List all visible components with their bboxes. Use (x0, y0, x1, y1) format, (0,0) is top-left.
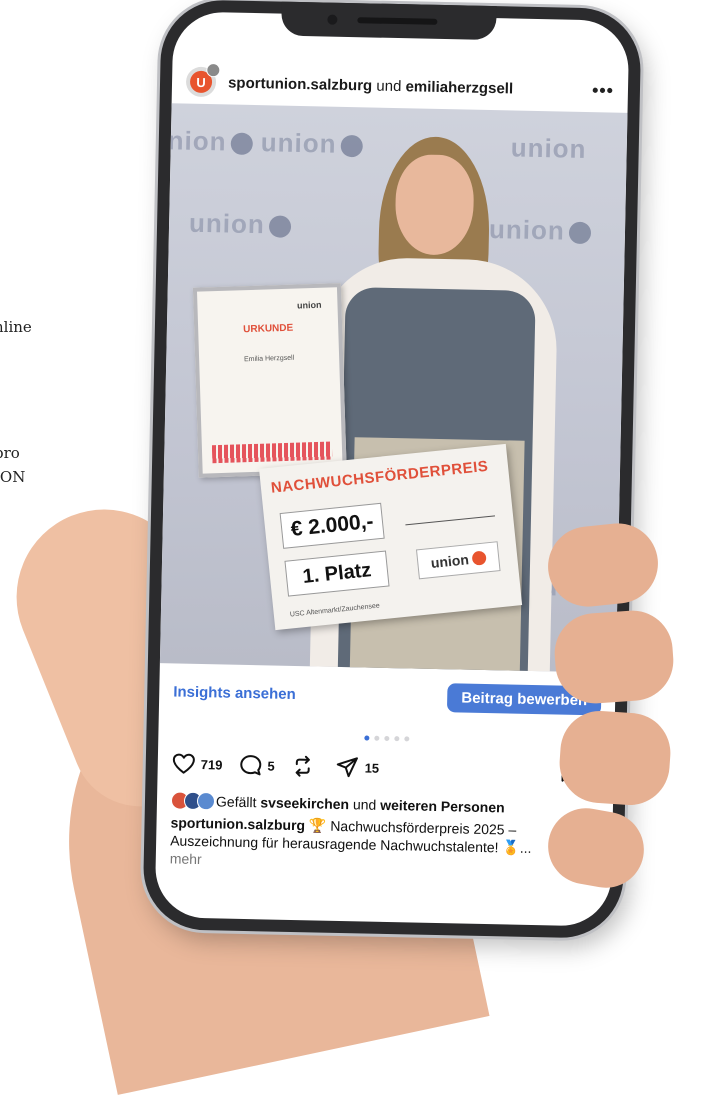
carousel-dot (363, 735, 369, 741)
wall-logo-text: union (260, 127, 337, 159)
camera-icon (327, 14, 338, 25)
liked-by-joiner: und (352, 796, 377, 813)
certificate-logo: union (296, 299, 322, 311)
wall-logo: union (510, 132, 586, 165)
post-header: U sportunion.salzburg und emiliaherzgsel… (185, 62, 615, 111)
caption-ellipsis: ... (519, 839, 532, 857)
liker-avatar (196, 791, 216, 811)
background-text-line: nline (0, 318, 32, 336)
comment-button[interactable]: 5 (238, 754, 275, 777)
check-amount: € 2.000,- (279, 502, 385, 549)
share-button[interactable]: 15 (335, 756, 379, 779)
comment-count: 5 (267, 757, 275, 774)
ellipsis-icon[interactable]: ••• (592, 80, 614, 101)
check-logo: union (415, 541, 501, 580)
share-count: 15 (364, 759, 380, 776)
background-text-line: ION (0, 468, 26, 486)
wall-logo: union (489, 214, 591, 247)
wall-logo: union (188, 207, 292, 241)
liked-by-prefix: Gefällt (215, 793, 257, 811)
check-logo-text: union (430, 551, 470, 572)
post-authors[interactable]: sportunion.salzburg und emiliaherzgsell (228, 74, 513, 97)
repost-button[interactable] (290, 755, 319, 778)
phone-notch (281, 1, 497, 41)
carousel-indicator (158, 731, 614, 746)
post-action-row: Insights ansehen Beitrag bewerben (173, 675, 602, 716)
liked-by-user[interactable]: svseekirchen (260, 794, 349, 812)
authors-joiner: und (376, 77, 402, 95)
carousel-dot (383, 735, 389, 741)
collaborator-name[interactable]: emiliaherzgsell (405, 78, 513, 97)
caption-more-link[interactable]: mehr (170, 850, 202, 867)
phone-frame: U sportunion.salzburg und emiliaherzgsel… (142, 0, 642, 939)
comment-icon (239, 755, 261, 776)
speaker-grille (357, 17, 438, 25)
wall-logo-text: union (188, 207, 266, 240)
carousel-dot (373, 735, 379, 741)
union-logo-icon (471, 550, 487, 566)
background-text-line: pro (0, 444, 20, 462)
certificate-graphic (211, 441, 333, 464)
insights-link[interactable]: Insights ansehen (173, 683, 296, 703)
liker-avatars (170, 791, 216, 811)
certificate-title: URKUNDE (243, 322, 294, 336)
engagement-row: 719 5 15 (171, 749, 599, 786)
wall-logo: union (260, 127, 363, 160)
check-club: USC Altenmarkt/Zauchensee (289, 602, 381, 619)
send-icon (336, 757, 358, 778)
collaborator-avatar (206, 63, 221, 78)
check-place: 1. Platz (284, 550, 390, 597)
carousel-dot (393, 736, 399, 742)
medal-icon: 🏅 (502, 839, 521, 856)
trophy-icon: 🏆 (308, 817, 327, 834)
like-count: 719 (200, 756, 223, 773)
certificate-name: Emilia Herzgsell (243, 354, 295, 364)
carousel-dot (403, 736, 409, 742)
award-check: NACHWUCHSFÖRDERPREIS € 2.000,- 1. Platz … (259, 443, 523, 631)
wall-logo-text: union (159, 124, 227, 157)
account-name[interactable]: sportunion.salzburg (228, 74, 372, 94)
check-title: NACHWUCHSFÖRDERPREIS (270, 457, 490, 497)
finger (552, 607, 676, 707)
wall-logo-text: union (488, 213, 566, 246)
finger (556, 708, 674, 808)
wall-logo: union (160, 125, 253, 158)
certificate: union URKUNDE Emilia Herzgsell (192, 283, 347, 478)
liked-by-others[interactable]: weiteren Personen (380, 797, 505, 816)
caption-account[interactable]: sportunion.salzburg (170, 814, 305, 833)
check-signature (403, 497, 496, 526)
phone-screen: U sportunion.salzburg und emiliaherzgsel… (154, 11, 630, 927)
like-button[interactable]: 719 (172, 752, 223, 775)
wall-logo-text: union (510, 132, 587, 165)
heart-icon (172, 753, 195, 774)
post-caption: sportunion.salzburg 🏆 Nachwuchsförderpre… (170, 813, 601, 876)
account-avatar[interactable]: U (185, 63, 221, 98)
repost-icon (295, 755, 310, 777)
